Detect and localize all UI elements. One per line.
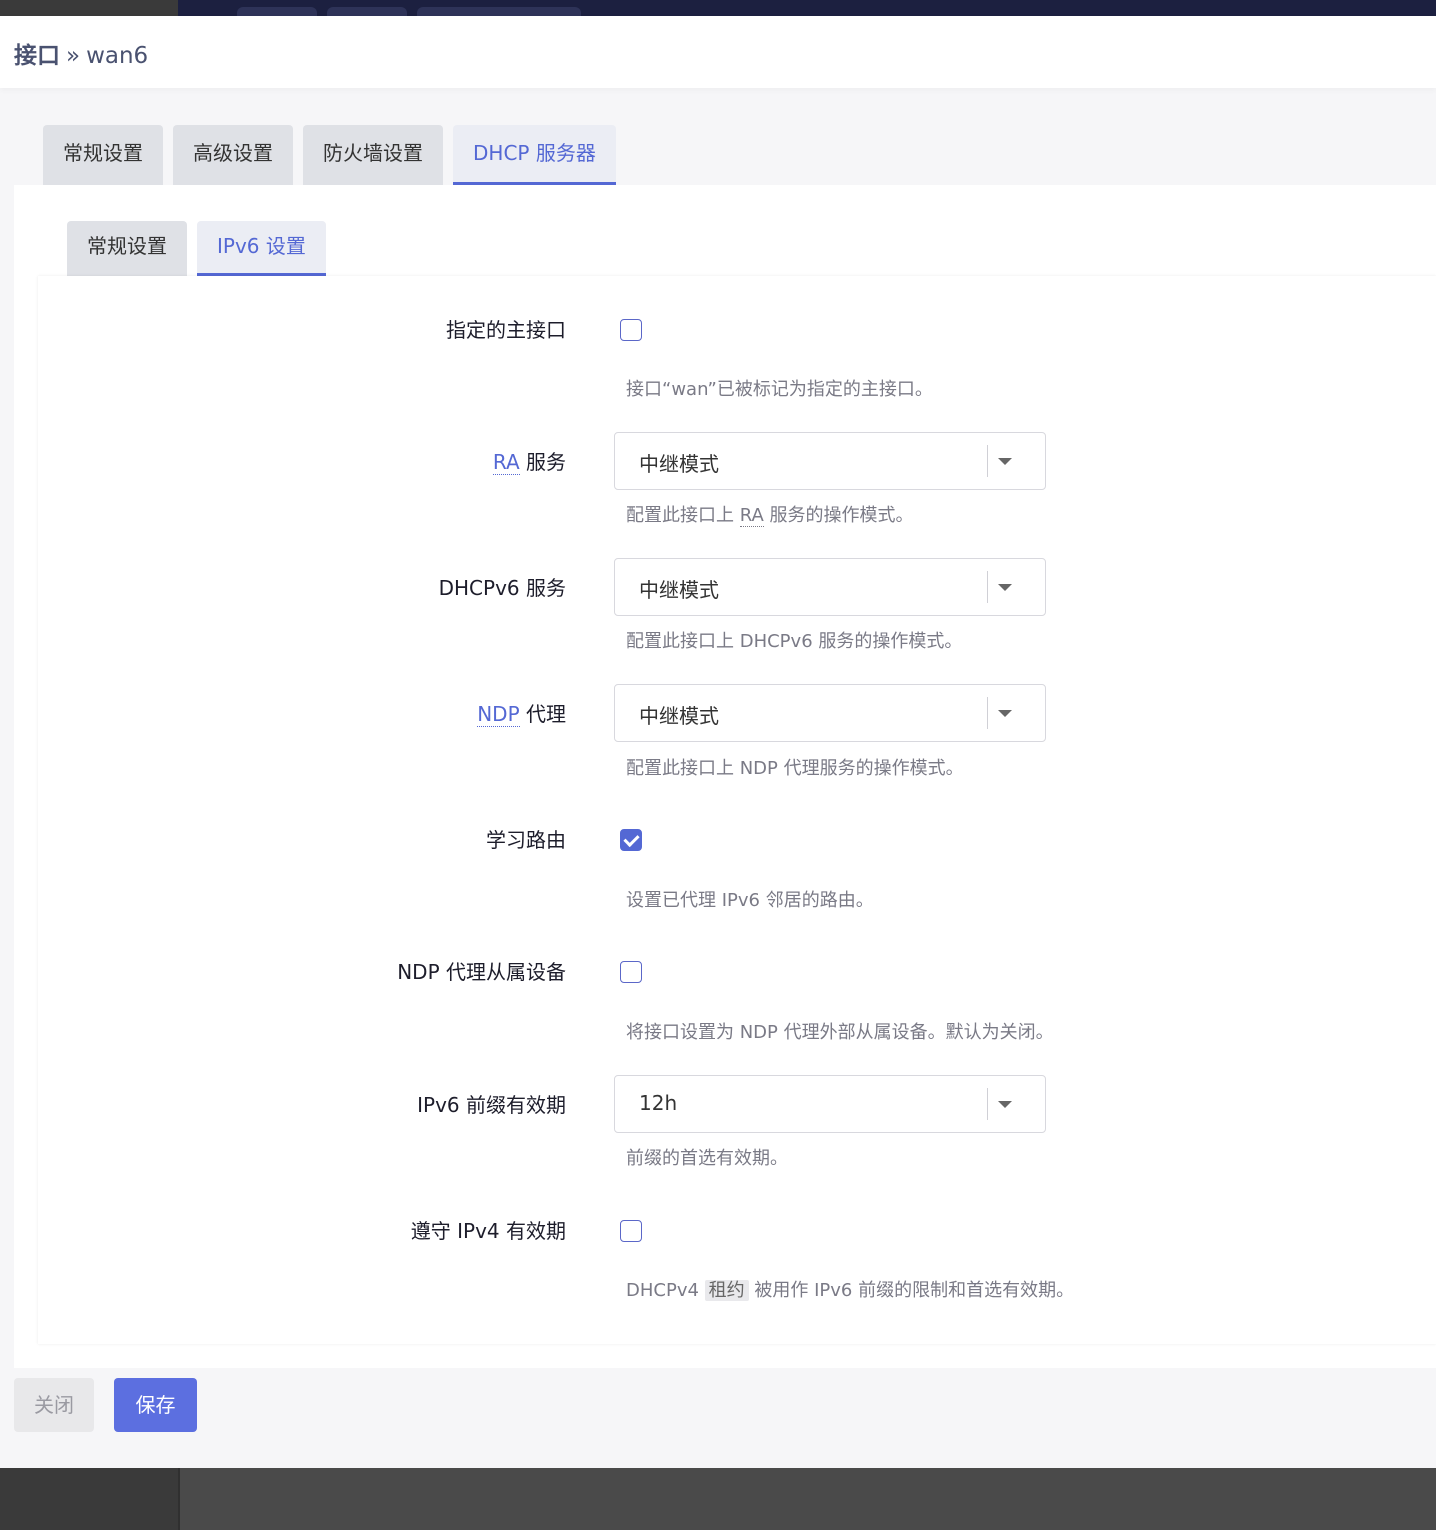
modal-header: 接口» wan6 <box>0 16 1436 88</box>
title-separator: » <box>66 43 81 69</box>
dhcp-server-panel: 常规设置 IPv6 设置 指定的主接口 接口“wan”已被标记为指定的主接口。 … <box>14 185 1436 1368</box>
lease-tag: 租约 <box>704 1280 749 1301</box>
interface-edit-modal: 接口» wan6 常规设置 高级设置 防火墙设置 DHCP 服务器 常规设置 IP… <box>0 16 1436 1468</box>
ra-abbr: RA <box>492 450 520 475</box>
tab-general-settings[interactable]: 常规设置 <box>43 125 163 185</box>
ra-help-pre: 配置此接口上 <box>626 505 740 526</box>
ipv4-lifetime-label: 遵守 IPv4 有效期 <box>410 1219 566 1243</box>
title-interface: wan6 <box>86 43 149 69</box>
ra-service-value: 中继模式 <box>639 452 719 476</box>
prefix-lifetime-help: 前缀的首选有效期。 <box>626 1148 788 1169</box>
select-divider <box>987 571 988 603</box>
ndp-slave-help: 将接口设置为 NDP 代理外部从属设备。默认为关闭。 <box>626 1022 1054 1043</box>
title-section: 接口 <box>14 43 60 69</box>
tab-ipv6-settings[interactable]: IPv6 设置 <box>197 221 326 276</box>
prefix-lifetime-value: 12h <box>639 1091 678 1115</box>
tab-advanced-settings[interactable]: 高级设置 <box>173 125 293 185</box>
ndp-abbr: NDP <box>477 702 520 727</box>
prefix-lifetime-label: IPv6 前缀有效期 <box>417 1093 566 1117</box>
dhcpv6-service-value: 中继模式 <box>639 578 719 602</box>
select-divider <box>987 445 988 477</box>
sidebar-edge <box>0 0 178 16</box>
prefix-lifetime-select[interactable]: 12h <box>614 1075 1046 1133</box>
ipv4-help-pre: DHCPv4 <box>626 1280 705 1301</box>
tab-firewall-settings[interactable]: 防火墙设置 <box>303 125 443 185</box>
ndp-proxy-value: 中继模式 <box>639 704 719 728</box>
select-divider <box>987 697 988 729</box>
ndp-proxy-label: NDP 代理 <box>477 698 566 727</box>
learn-routes-help: 设置已代理 IPv6 邻居的路由。 <box>626 890 874 911</box>
save-button[interactable]: 保存 <box>114 1378 197 1432</box>
ipv4-lifetime-help: DHCPv4 租约 被用作 IPv6 前缀的限制和首选有效期。 <box>626 1276 1074 1302</box>
learn-routes-label: 学习路由 <box>486 828 566 852</box>
select-divider <box>987 1088 988 1120</box>
master-interface-checkbox[interactable] <box>620 319 642 341</box>
chevron-down-icon <box>998 584 1012 591</box>
chevron-down-icon <box>998 710 1012 717</box>
outer-tab-bar: 常规设置 高级设置 防火墙设置 DHCP 服务器 <box>43 125 616 185</box>
navbar-tab-ghost <box>417 7 581 16</box>
ipv4-lifetime-checkbox[interactable] <box>620 1220 642 1242</box>
tab-dhcp-server[interactable]: DHCP 服务器 <box>453 125 616 185</box>
navbar-tab-ghost <box>237 7 317 16</box>
top-navbar <box>0 0 1436 16</box>
dhcpv6-service-label: DHCPv6 服务 <box>438 576 566 600</box>
navbar-tab-ghost <box>327 7 407 16</box>
chevron-down-icon <box>998 458 1012 465</box>
sidebar-edge <box>0 1468 180 1530</box>
dhcpv6-service-help: 配置此接口上 DHCPv6 服务的操作模式。 <box>626 631 963 652</box>
modal-title: 接口» wan6 <box>14 36 148 70</box>
learn-routes-checkbox[interactable] <box>620 829 642 851</box>
ndp-proxy-help: 配置此接口上 NDP 代理服务的操作模式。 <box>626 758 964 779</box>
ndp-slave-label: NDP 代理从属设备 <box>397 960 566 984</box>
ra-service-help: 配置此接口上 RA 服务的操作模式。 <box>626 501 914 527</box>
ra-help-post: 服务的操作模式。 <box>763 505 914 526</box>
chevron-down-icon <box>998 1101 1012 1108</box>
master-interface-help: 接口“wan”已被标记为指定的主接口。 <box>626 379 933 400</box>
inner-tab-bar: 常规设置 IPv6 设置 <box>67 221 326 276</box>
ndp-proxy-select[interactable]: 中继模式 <box>614 684 1046 742</box>
ra-help-abbr: RA <box>739 505 764 527</box>
ndp-slave-checkbox[interactable] <box>620 961 642 983</box>
ipv4-help-post: 被用作 IPv6 前缀的限制和首选有效期。 <box>748 1280 1075 1301</box>
tab-dhcp-general[interactable]: 常规设置 <box>67 221 187 276</box>
master-interface-label: 指定的主接口 <box>446 318 566 342</box>
ra-service-label: RA 服务 <box>492 446 566 475</box>
ra-service-select[interactable]: 中继模式 <box>614 432 1046 490</box>
ra-label-text: 服务 <box>519 450 566 474</box>
dhcpv6-service-select[interactable]: 中继模式 <box>614 558 1046 616</box>
close-button[interactable]: 关闭 <box>14 1378 94 1432</box>
ipv6-settings-panel: 指定的主接口 接口“wan”已被标记为指定的主接口。 RA 服务 中继模式 配置… <box>38 276 1436 1344</box>
ndp-label-text: 代理 <box>519 702 566 726</box>
